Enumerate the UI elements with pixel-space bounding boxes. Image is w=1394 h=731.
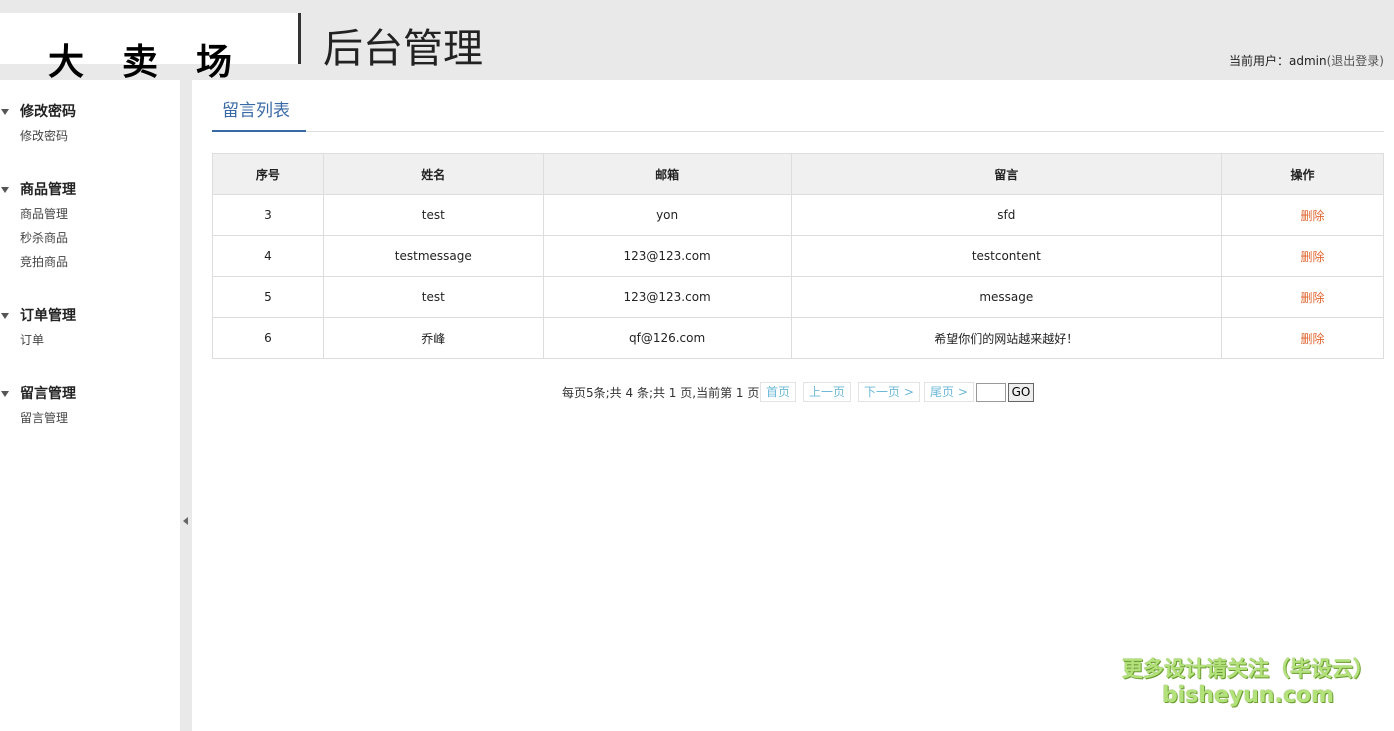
watermark: 更多设计请关注（毕设云） bisheyun.com [1113, 655, 1383, 709]
cell-email: yon [542, 194, 792, 236]
sidebar: 修改密码 修改密码 商品管理 商品管理 秒杀商品 竞拍商品 订单管理 订单 留言… [0, 80, 180, 731]
logo-text: 大卖场 [48, 41, 271, 83]
column-header-action: 操作 [1221, 153, 1384, 195]
sidebar-item-orders[interactable]: 订单 [0, 328, 76, 352]
cell-name: 乔峰 [322, 317, 544, 359]
table-row: 5 test 123@123.com message 删除 [212, 276, 1384, 318]
column-header-message: 留言 [790, 153, 1223, 195]
sidebar-item-change-password[interactable]: 修改密码 [0, 124, 76, 148]
cell-action: 删除 [1221, 317, 1384, 359]
cell-name: test [322, 276, 544, 318]
watermark-line2: bisheyun.com [1161, 683, 1335, 708]
cell-action: 删除 [1221, 235, 1384, 277]
sidebar-item-products[interactable]: 商品管理 [0, 202, 76, 226]
menu-group-messages: 留言管理 留言管理 [0, 384, 76, 430]
cell-name: testmessage [322, 235, 544, 277]
delete-button[interactable]: 删除 [1281, 332, 1325, 346]
cell-id: 4 [212, 235, 324, 277]
caret-down-icon [1, 109, 9, 115]
table-row: 3 test yon sfd 删除 [212, 194, 1384, 236]
cell-email: qf@126.com [542, 317, 792, 359]
cell-id: 3 [212, 194, 324, 236]
first-page-button[interactable]: 首页 [760, 382, 797, 402]
go-button[interactable]: GO [1008, 383, 1034, 402]
user-prefix: 当前用户： [1229, 54, 1290, 68]
menu-group-label: 商品管理 [20, 182, 76, 198]
column-header-email: 邮箱 [542, 153, 792, 195]
cell-message: 希望你们的网站越来越好！ [790, 317, 1223, 359]
next-page-button[interactable]: 下一页 > [858, 382, 920, 402]
page-subtitle: 后台管理 [323, 26, 483, 72]
header: 大卖场 后台管理 当前用户：admin(退出登录) [0, 0, 1394, 83]
prev-page-button[interactable]: 上一页 [803, 382, 852, 402]
cell-name: test [322, 194, 544, 236]
logo-box: 大卖场 [0, 13, 300, 83]
collapse-left-icon[interactable] [183, 517, 188, 525]
pagination-info: 每页5条;共 4 条;共 1 页,当前第 1 页 [562, 386, 760, 400]
menu-group-title[interactable]: 修改密码 [0, 102, 76, 122]
cell-message: testcontent [790, 235, 1223, 277]
delete-button[interactable]: 删除 [1281, 291, 1325, 305]
menu-group-label: 修改密码 [20, 104, 76, 120]
delete-button[interactable]: 删除 [1281, 250, 1325, 264]
cell-id: 5 [212, 276, 324, 318]
delete-button[interactable]: 删除 [1281, 209, 1325, 223]
menu-group-title[interactable]: 订单管理 [0, 306, 76, 326]
caret-down-icon [1, 313, 9, 319]
username: admin [1289, 54, 1327, 68]
caret-down-icon [1, 187, 9, 193]
logout-link[interactable]: (退出登录) [1327, 54, 1384, 68]
cell-message: message [790, 276, 1223, 318]
column-header-id: 序号 [212, 153, 324, 195]
menu-group-products: 商品管理 商品管理 秒杀商品 竞拍商品 [0, 180, 76, 274]
menu-group-title[interactable]: 留言管理 [0, 384, 76, 404]
cell-id: 6 [212, 317, 324, 359]
tab-message-list[interactable]: 留言列表 [212, 100, 306, 132]
sidebar-collapse-bar[interactable] [180, 80, 192, 731]
menu-group-password: 修改密码 修改密码 [0, 102, 76, 148]
menu-group-orders: 订单管理 订单 [0, 306, 76, 352]
sidebar-item-messages[interactable]: 留言管理 [0, 406, 76, 430]
cell-email: 123@123.com [542, 235, 792, 277]
logo-divider [298, 13, 301, 64]
sidebar-item-flash-sale[interactable]: 秒杀商品 [0, 226, 76, 250]
cell-email: 123@123.com [542, 276, 792, 318]
table-header-row: 序号 姓名 邮箱 留言 操作 [212, 153, 1384, 195]
table-row: 4 testmessage 123@123.com testcontent 删除 [212, 235, 1384, 277]
watermark-line1: 更多设计请关注（毕设云） [1122, 657, 1374, 681]
menu-group-title[interactable]: 商品管理 [0, 180, 76, 200]
sidebar-item-auction[interactable]: 竞拍商品 [0, 250, 76, 274]
cell-message: sfd [790, 194, 1223, 236]
cell-action: 删除 [1221, 194, 1384, 236]
page-number-input[interactable] [976, 383, 1006, 402]
tab-row: 留言列表 [212, 80, 1384, 132]
column-header-name: 姓名 [322, 153, 544, 195]
message-table: 序号 姓名 邮箱 留言 操作 3 test yon sfd 删除 4 testm… [212, 153, 1384, 359]
menu-group-label: 订单管理 [20, 308, 76, 324]
user-info: 当前用户：admin(退出登录) [1229, 52, 1384, 69]
menu-group-label: 留言管理 [20, 386, 76, 402]
table-row: 6 乔峰 qf@126.com 希望你们的网站越来越好！ 删除 [212, 317, 1384, 359]
last-page-button[interactable]: 尾页 > [924, 382, 974, 402]
cell-action: 删除 [1221, 276, 1384, 318]
caret-down-icon [1, 391, 9, 397]
pagination: 每页5条;共 4 条;共 1 页,当前第 1 页 首页 上一页 下一页 > 尾页… [212, 382, 1384, 402]
